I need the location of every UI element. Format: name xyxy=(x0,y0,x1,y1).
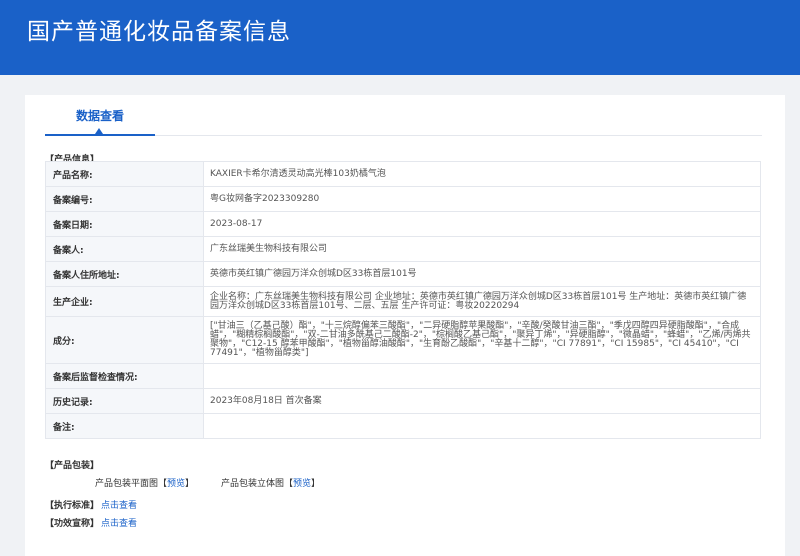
row-value: 英德市英红镇广德园万洋众创城D区33栋首层101号 xyxy=(203,261,761,287)
row-value: ["甘油三（乙基己酸）酯"，"十三烷醇偏苯三酸酯"，"二异硬脂醇苹果酸酯"，"辛… xyxy=(203,316,761,364)
row-label: 备案人住所地址: xyxy=(45,261,204,287)
row-label: 产品名称: xyxy=(45,161,204,187)
tab-bar: 数据查看 xyxy=(45,95,762,136)
row-value: 企业名称：广东丝瑞美生物科技有限公司 企业地址：英德市英红镇广德园万洋众创城D区… xyxy=(203,286,761,317)
row-value: KAXIER卡希尔清透灵动高光棒103奶橘气泡 xyxy=(203,161,761,187)
row-label: 备注: xyxy=(45,413,204,439)
table-row: 备案人住所地址: 英德市英红镇广德园万洋众创城D区33栋首层101号 xyxy=(45,261,761,287)
packaging-flat-label: 产品包装平面图 xyxy=(95,479,159,489)
row-label: 历史记录: xyxy=(45,388,204,414)
bracket-close: 】 xyxy=(185,479,195,489)
content-card: 数据查看 【产品信息】 产品名称: KAXIER卡希尔清透灵动高光棒103奶橘气… xyxy=(25,95,785,556)
table-row: 生产企业: 企业名称：广东丝瑞美生物科技有限公司 企业地址：英德市英红镇广德园万… xyxy=(45,286,761,317)
bracket-open: 【 xyxy=(158,479,168,489)
row-label: 备案编号: xyxy=(45,186,204,212)
efficacy-view-link[interactable]: 点击查看 xyxy=(101,516,137,529)
packaging-flat-item: 产品包装平面图【预览】 xyxy=(95,476,194,489)
packaging-solid-preview-link[interactable]: 预览 xyxy=(293,479,311,489)
row-value: 2023年08月18日 首次备案 xyxy=(203,388,761,414)
table-row: 成分: ["甘油三（乙基己酸）酯"，"十三烷醇偏苯三酸酯"，"二异硬脂醇苹果酸酯… xyxy=(45,316,761,364)
table-row: 备案后监督检查情况: xyxy=(45,363,761,389)
standard-section-title: 【执行标准】 xyxy=(45,501,100,511)
row-value: 2023-08-17 xyxy=(203,211,761,237)
packaging-section-title: 【产品包装】 xyxy=(45,461,100,471)
row-label: 生产企业: xyxy=(45,286,204,317)
row-label: 备案后监督检查情况: xyxy=(45,363,204,389)
standard-view-link[interactable]: 点击查看 xyxy=(101,498,137,511)
table-row: 备案编号: 粤G妆网备字2023309280 xyxy=(45,186,761,212)
efficacy-section-title: 【功效宣称】 xyxy=(45,519,100,529)
row-label: 备案人: xyxy=(45,236,204,262)
row-value xyxy=(203,363,761,389)
row-value: 广东丝瑞美生物科技有限公司 xyxy=(203,236,761,262)
table-row: 备注: xyxy=(45,413,761,439)
table-row: 历史记录: 2023年08月18日 首次备案 xyxy=(45,388,761,414)
row-value xyxy=(203,413,761,439)
table-row: 产品名称: KAXIER卡希尔清透灵动高光棒103奶橘气泡 xyxy=(45,161,761,187)
packaging-solid-label: 产品包装立体图 xyxy=(221,479,285,489)
page-title: 国产普通化妆品备案信息 xyxy=(27,19,291,45)
table-row: 备案日期: 2023-08-17 xyxy=(45,211,761,237)
tab-indicator-arrow xyxy=(95,128,103,134)
packaging-solid-item: 产品包装立体图【预览】 xyxy=(221,476,320,489)
bracket-close: 】 xyxy=(311,479,321,489)
bracket-open: 【 xyxy=(284,479,294,489)
table-row: 备案人: 广东丝瑞美生物科技有限公司 xyxy=(45,236,761,262)
row-label: 备案日期: xyxy=(45,211,204,237)
product-info-table: 产品名称: KAXIER卡希尔清透灵动高光棒103奶橘气泡 备案编号: 粤G妆网… xyxy=(45,161,761,439)
row-label: 成分: xyxy=(45,316,204,364)
row-value: 粤G妆网备字2023309280 xyxy=(203,186,761,212)
header-banner: 国产普通化妆品备案信息 xyxy=(0,0,800,75)
packaging-flat-preview-link[interactable]: 预览 xyxy=(167,479,185,489)
